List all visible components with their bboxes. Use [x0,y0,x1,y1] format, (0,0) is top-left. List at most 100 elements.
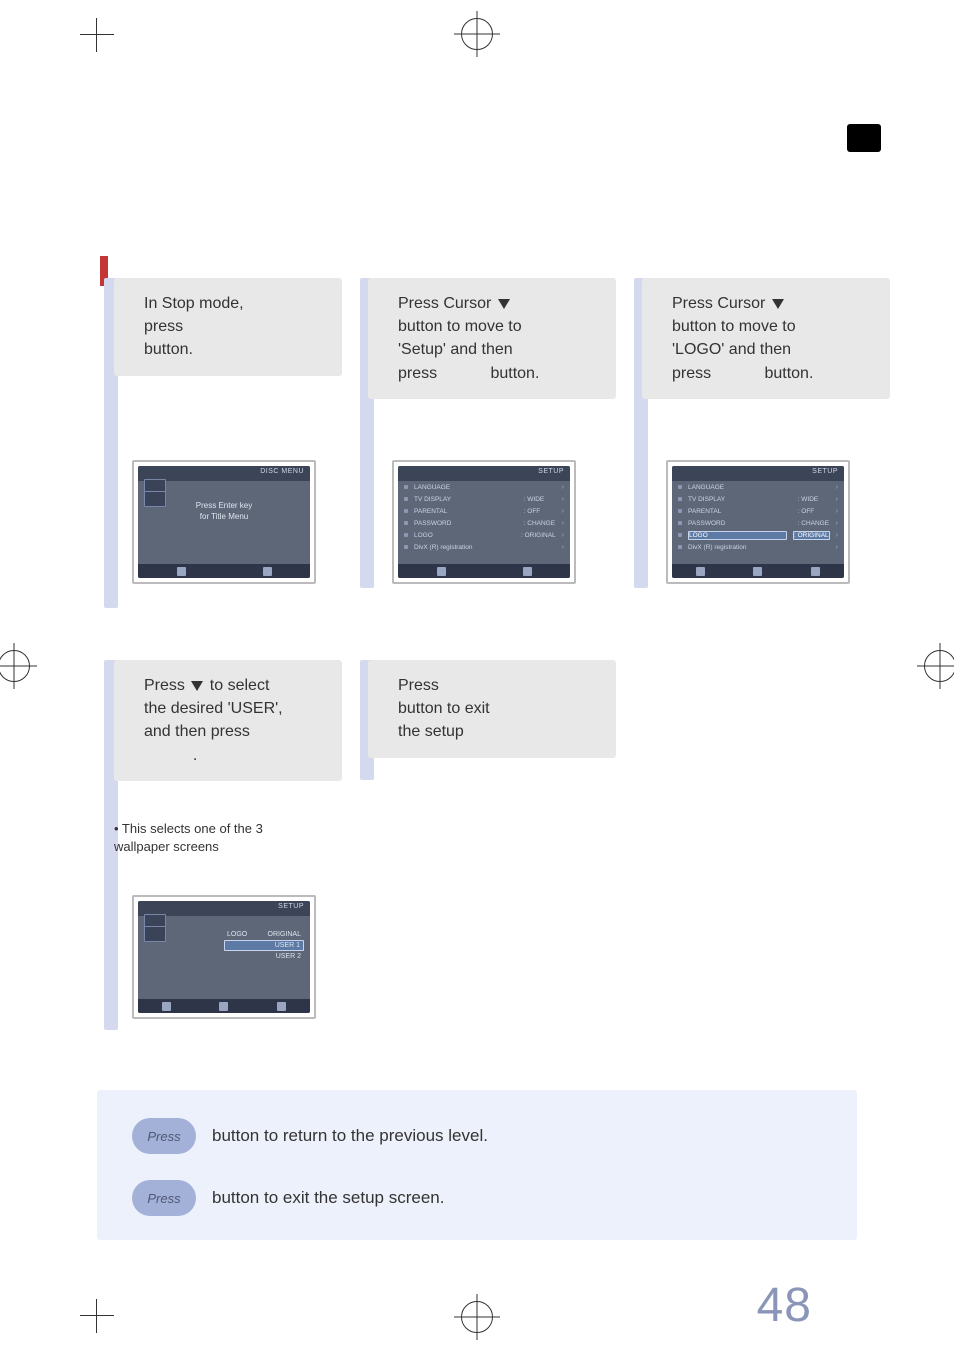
menu-row: LANGUAGE› [672,481,844,493]
step-3-text-b: button to move to [672,318,796,335]
menu-row: LOGO : ORIGINAL › [672,529,844,541]
registration-mark-right [924,650,954,682]
menu-row: PASSWORD : CHANGE › [672,517,844,529]
menu-row-value: USER 2 [276,953,301,960]
crop-mark-top-left [80,18,114,52]
step-4-text-b: to select [210,677,270,694]
exit-instruction-text: button to exit the setup screen. [212,1188,444,1208]
menu-row-key: DivX (R) registration [414,544,518,551]
step-1-line2: press [144,318,183,335]
step-1-box: In Stop mode, press button. [114,278,342,376]
menu-row-key: LOGO [688,531,787,540]
menu-row: PARENTAL: OFF› [672,505,844,517]
menu-row: DivX (R) registration › [398,541,570,553]
menu-row-value: : ORIGINAL [793,531,830,540]
step-4-text-d: and then press [144,723,250,740]
return-instruction-text: button to return to the previous level. [212,1126,488,1146]
exit-instruction-row: Press button to exit the setup screen. [132,1180,444,1216]
menu-row: TV DISPLAY : WIDE › [398,493,570,505]
menu-row: LOGO ORIGINAL [224,930,304,939]
menu-row: USER 2 [224,952,304,961]
press-pill-2: Press [132,1180,196,1216]
step-1-line3: button. [144,341,193,358]
screenshot-1: DISC MENU Press Enter key for Title Menu [132,460,316,584]
registration-mark-bottom [461,1301,493,1333]
page-content: In Stop mode, press button. Press Cursor… [72,60,882,1291]
menu-row-key: TV DISPLAY [414,496,518,503]
menu-row-value: : CHANGE [524,520,556,527]
menu-row: PARENTAL: OFF› [398,505,570,517]
crop-mark-bottom-left [80,1299,114,1333]
step-5-box: Press button to exit the setup [368,660,616,758]
press-pill-2-label: Press [147,1191,180,1206]
menu-row-key: PASSWORD [414,520,518,527]
step-2-text-c: 'Setup' and then [398,341,513,358]
press-pill-1-label: Press [147,1129,180,1144]
step-2-text-b: button to move to [398,318,522,335]
menu-row-key: LOGO [227,931,247,938]
menu-row: TV DISPLAY : WIDE › [672,493,844,505]
step-1-line1: In Stop mode, [144,295,244,312]
step-2-text-e: button. [490,365,539,382]
menu-row-key: PARENTAL [688,508,792,515]
menu-row-value: : CHANGE [798,520,830,527]
menu-row-key: TV DISPLAY [688,496,792,503]
chevron-right-icon: › [562,508,564,515]
registration-mark-left [0,650,30,682]
step-3-text-a: Press Cursor [672,295,770,312]
menu-row: DivX (R) registration › [672,541,844,553]
chevron-right-icon: › [562,520,564,527]
menu-row: LOGO : ORIGINAL › [398,529,570,541]
sc1-msg-2: for Title Menu [200,512,248,521]
chevron-right-icon: › [562,484,564,491]
step-5-text-b: button to exit [398,700,490,717]
menu-row-key: LANGUAGE [414,484,518,491]
registration-mark-top [461,18,493,50]
step-5-text-c: the setup [398,723,464,740]
menu-row: USER 1 [224,940,304,951]
chevron-right-icon: › [836,532,838,539]
menu-row-key: LOGO [414,532,515,539]
menu-row-value: : ORIGINAL [521,532,556,539]
sc4-title-right: SETUP [278,903,304,914]
sc1-title-right: DISC MENU [260,468,304,479]
menu-row-key: DivX (R) registration [688,544,792,551]
page-number: 48 [757,1278,812,1333]
chevron-right-icon: › [836,496,838,503]
screenshot-2: SETUP LANGUAGE›TV DISPLAY: WIDE›PARENTAL… [392,460,576,584]
step-2-text-d: press [398,365,437,382]
menu-row: LANGUAGE › [398,481,570,493]
wallpaper-note: • This selects one of the 3 wallpaper sc… [114,820,314,855]
press-pill-1: Press [132,1118,196,1154]
chevron-right-icon: › [836,544,838,551]
menu-row-key: PASSWORD [688,520,792,527]
cursor-down-icon [191,681,203,691]
step-3-text-d: press [672,365,711,382]
chevron-right-icon: › [836,508,838,515]
screenshot-4: SETUP LOGO ORIGINAL USER 1 USER 2 [132,895,316,1019]
chevron-right-icon: › [562,544,564,551]
step-4-text-c: the desired 'USER', [144,700,283,717]
menu-row-value: : WIDE [524,496,556,503]
cursor-down-icon [772,299,784,309]
sc2-title-right: SETUP [538,468,564,479]
menu-row-value: : OFF [524,508,556,515]
chevron-right-icon: › [562,496,564,503]
menu-row-key: LANGUAGE [688,484,792,491]
step-4-text-e: . [193,747,197,764]
cursor-down-icon [498,299,510,309]
step-4-box: Press to select the desired 'USER', and … [114,660,342,781]
chevron-right-icon: › [562,532,564,539]
step-5-text-a: Press [398,677,439,694]
menu-row-value: : WIDE [798,496,830,503]
step-2-box: Press Cursor button to move to 'Setup' a… [368,278,616,399]
step-3-text-e: button. [764,365,813,382]
step-3-text-c: 'LOGO' and then [672,341,791,358]
step-3-box: Press Cursor button to move to 'LOGO' an… [642,278,890,399]
step-2-text-a: Press Cursor [398,295,496,312]
menu-row-value: USER 1 [275,942,300,949]
return-instruction-row: Press button to return to the previous l… [132,1118,488,1154]
sc3-title-right: SETUP [812,468,838,479]
chevron-right-icon: › [836,520,838,527]
menu-row-value: ORIGINAL [268,931,301,938]
